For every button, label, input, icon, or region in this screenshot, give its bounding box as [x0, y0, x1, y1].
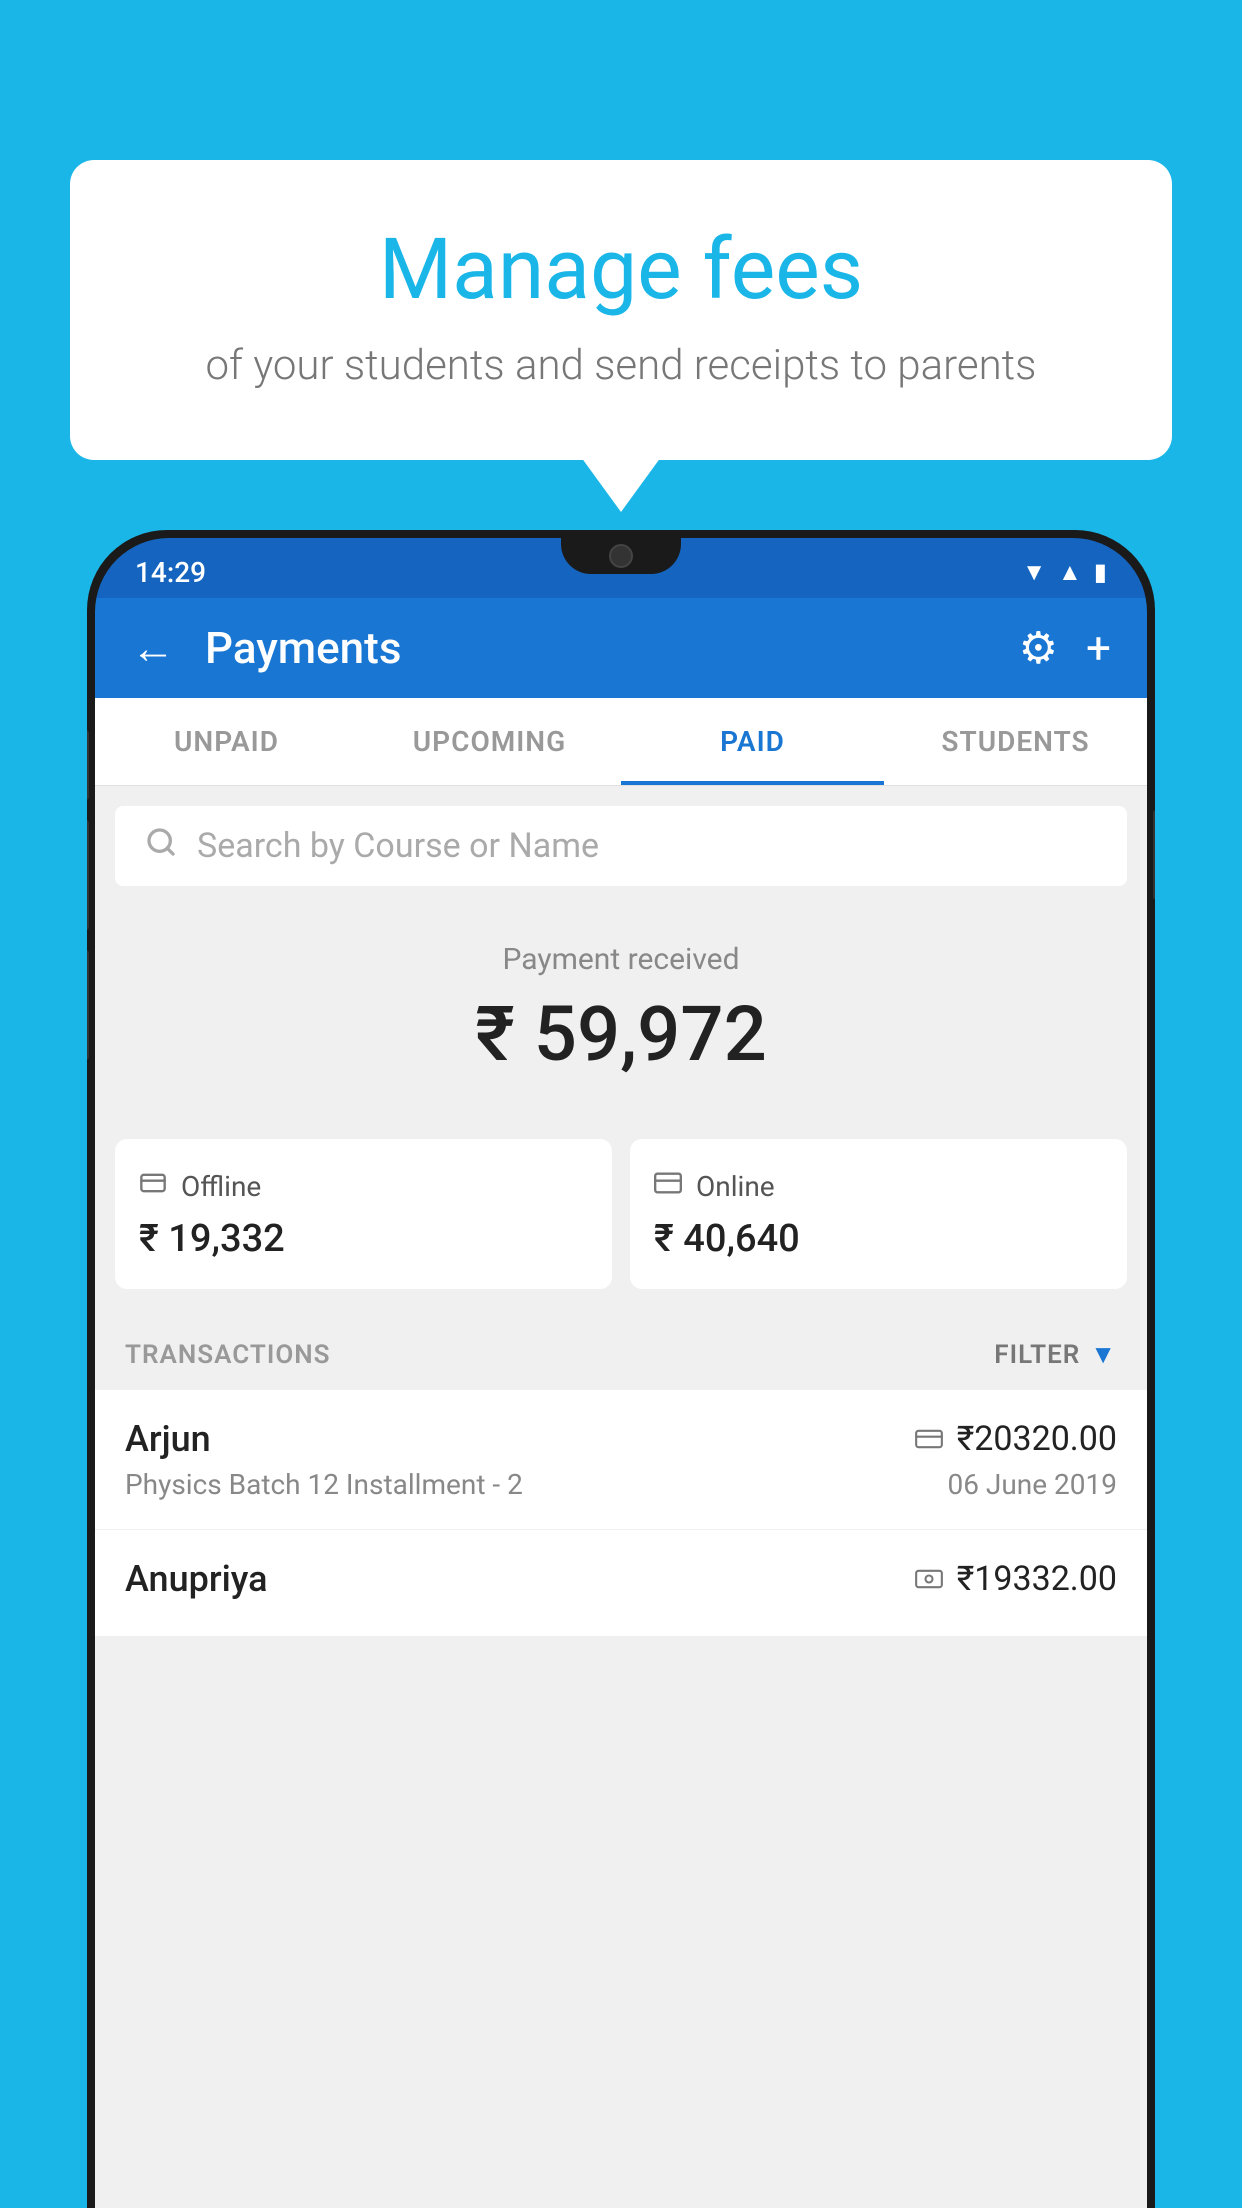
tab-students[interactable]: STUDENTS — [884, 698, 1147, 785]
online-card: Online ₹ 40,640 — [630, 1139, 1127, 1289]
filter-funnel-icon: ▼ — [1090, 1339, 1117, 1370]
transaction-amount: ₹19332.00 — [957, 1559, 1117, 1599]
volume-down-button — [87, 820, 89, 930]
power-button — [1153, 810, 1155, 900]
online-card-header: Online — [654, 1167, 1103, 1205]
signal-icon: ▲ — [1058, 558, 1082, 587]
transaction-amount-wrap: ₹19332.00 — [915, 1559, 1117, 1599]
tab-unpaid[interactable]: UNPAID — [95, 698, 358, 785]
phone-inner: 14:29 ▼ ▲ ▮ ← Payments ⚙ + UNPAID UPCOMI… — [95, 538, 1147, 2208]
page-title: Payments — [205, 622, 989, 674]
search-bar[interactable]: Search by Course or Name — [115, 806, 1127, 886]
volume-up-button — [87, 730, 89, 800]
bubble-title: Manage fees — [140, 220, 1102, 319]
search-placeholder: Search by Course or Name — [197, 826, 599, 866]
transaction-top: Arjun ₹20320.00 — [125, 1418, 1117, 1460]
online-amount: ₹ 40,640 — [654, 1217, 1103, 1261]
transaction-name: Anupriya — [125, 1558, 268, 1600]
filter-label: FILTER — [994, 1340, 1080, 1370]
app-header: ← Payments ⚙ + — [95, 598, 1147, 698]
add-button[interactable]: + — [1086, 622, 1111, 674]
offline-label: Offline — [181, 1170, 261, 1203]
status-icons: ▼ ▲ ▮ — [1022, 558, 1107, 587]
transactions-label: TRANSACTIONS — [125, 1340, 331, 1370]
transaction-name: Arjun — [125, 1418, 211, 1460]
header-actions: ⚙ + — [1019, 622, 1111, 674]
transaction-row[interactable]: Arjun ₹20320.00 Physics Batch 12 Install… — [95, 1390, 1147, 1530]
transaction-bottom: Physics Batch 12 Installment - 2 06 June… — [125, 1468, 1117, 1501]
notch — [561, 538, 681, 574]
settings-icon[interactable]: ⚙ — [1019, 622, 1058, 674]
transaction-amount-wrap: ₹20320.00 — [915, 1419, 1117, 1459]
offline-icon — [139, 1167, 167, 1205]
offline-amount: ₹ 19,332 — [139, 1217, 588, 1261]
transactions-header: TRANSACTIONS FILTER ▼ — [95, 1319, 1147, 1390]
payment-mode-icon — [915, 1423, 943, 1456]
online-label: Online — [696, 1170, 775, 1203]
transaction-amount: ₹20320.00 — [957, 1419, 1117, 1459]
tab-paid[interactable]: PAID — [621, 698, 884, 785]
back-button[interactable]: ← — [131, 622, 175, 674]
status-time: 14:29 — [135, 556, 206, 589]
payment-mode-icon-cash — [915, 1563, 943, 1596]
search-icon — [145, 825, 177, 867]
offline-card-header: Offline — [139, 1167, 588, 1205]
payment-total-amount: ₹ 59,972 — [115, 989, 1127, 1079]
transaction-date: 06 June 2019 — [947, 1468, 1117, 1501]
transaction-course: Physics Batch 12 Installment - 2 — [125, 1468, 523, 1501]
transaction-row[interactable]: Anupriya ₹19332.00 — [95, 1530, 1147, 1637]
filter-button[interactable]: FILTER ▼ — [994, 1339, 1117, 1370]
tab-upcoming[interactable]: UPCOMING — [358, 698, 621, 785]
payment-received-label: Payment received — [115, 942, 1127, 977]
transaction-top: Anupriya ₹19332.00 — [125, 1558, 1117, 1600]
offline-card: Offline ₹ 19,332 — [115, 1139, 612, 1289]
camera — [609, 544, 633, 568]
payment-cards: Offline ₹ 19,332 Online ₹ — [115, 1139, 1127, 1289]
online-icon — [654, 1167, 682, 1205]
payment-summary: Payment received ₹ 59,972 — [95, 906, 1147, 1139]
phone-frame: 14:29 ▼ ▲ ▮ ← Payments ⚙ + UNPAID UPCOMI… — [87, 530, 1155, 2208]
silent-button — [87, 950, 89, 1060]
battery-icon: ▮ — [1094, 558, 1107, 586]
tabs-bar: UNPAID UPCOMING PAID STUDENTS — [95, 698, 1147, 786]
speech-bubble-container: Manage fees of your students and send re… — [70, 160, 1172, 460]
speech-bubble: Manage fees of your students and send re… — [70, 160, 1172, 460]
wifi-icon: ▼ — [1022, 558, 1046, 587]
screen-content: Search by Course or Name Payment receive… — [95, 786, 1147, 2208]
bubble-subtitle: of your students and send receipts to pa… — [140, 341, 1102, 390]
